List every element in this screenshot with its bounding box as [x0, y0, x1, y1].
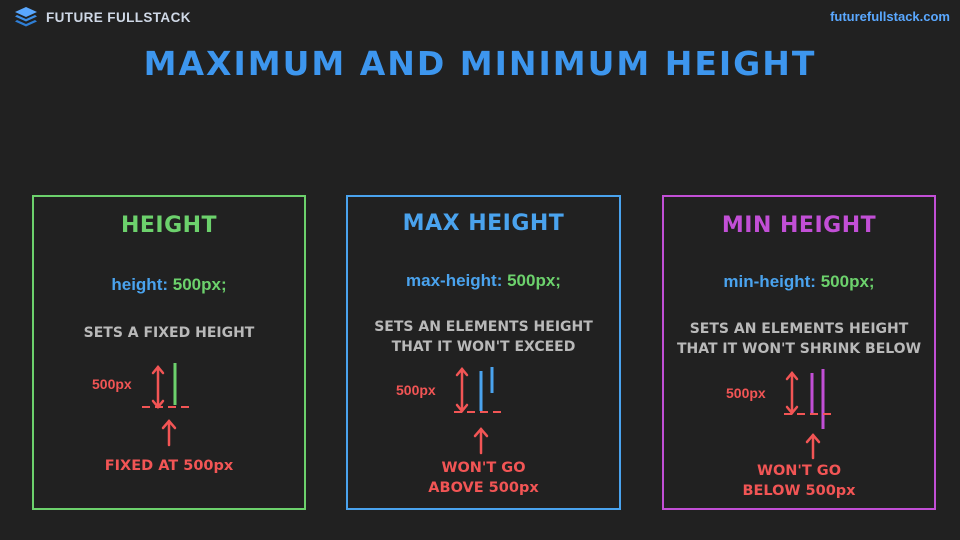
- slide: FUTURE FULLSTACK futurefullstack.com MAX…: [0, 0, 960, 540]
- arrow-up-icon: [805, 433, 821, 460]
- layers-stack-icon: [15, 7, 37, 27]
- result-text: WON'T GO BELOW 500px: [664, 461, 934, 501]
- site-url-link[interactable]: futurefullstack.com: [830, 9, 950, 24]
- min-height-card: MIN HEIGHT min-height: 500px; SETS AN EL…: [662, 195, 936, 510]
- brand: FUTURE FULLSTACK: [14, 6, 191, 28]
- result-line: BELOW 500px: [742, 483, 856, 499]
- result-text: FIXED AT 500px: [34, 456, 304, 476]
- diagram-label: 500px: [726, 385, 766, 401]
- result-line: WON'T GO: [441, 460, 526, 476]
- diagram-label: 500px: [92, 376, 132, 392]
- double-arrow-icon: [785, 371, 799, 415]
- double-arrow-icon: [151, 365, 165, 409]
- diagram-label: 500px: [396, 382, 436, 398]
- arrow-up-icon: [161, 419, 177, 447]
- result-line: WON'T GO: [756, 463, 842, 479]
- arrow-up-icon: [473, 427, 489, 455]
- result-text: WON'T GO ABOVE 500px: [348, 458, 619, 498]
- result-line: ABOVE 500px: [428, 480, 539, 496]
- max-height-card: MAX HEIGHT max-height: 500px; SETS AN EL…: [346, 195, 621, 510]
- double-arrow-icon: [455, 367, 469, 413]
- height-card: HEIGHT height: 500px; SETS A FIXED HEIGH…: [32, 195, 306, 510]
- page-title: MAXIMUM AND MINIMUM HEIGHT: [143, 44, 817, 83]
- result-line: FIXED AT 500px: [104, 458, 234, 474]
- brand-name: FUTURE FULLSTACK: [46, 9, 191, 25]
